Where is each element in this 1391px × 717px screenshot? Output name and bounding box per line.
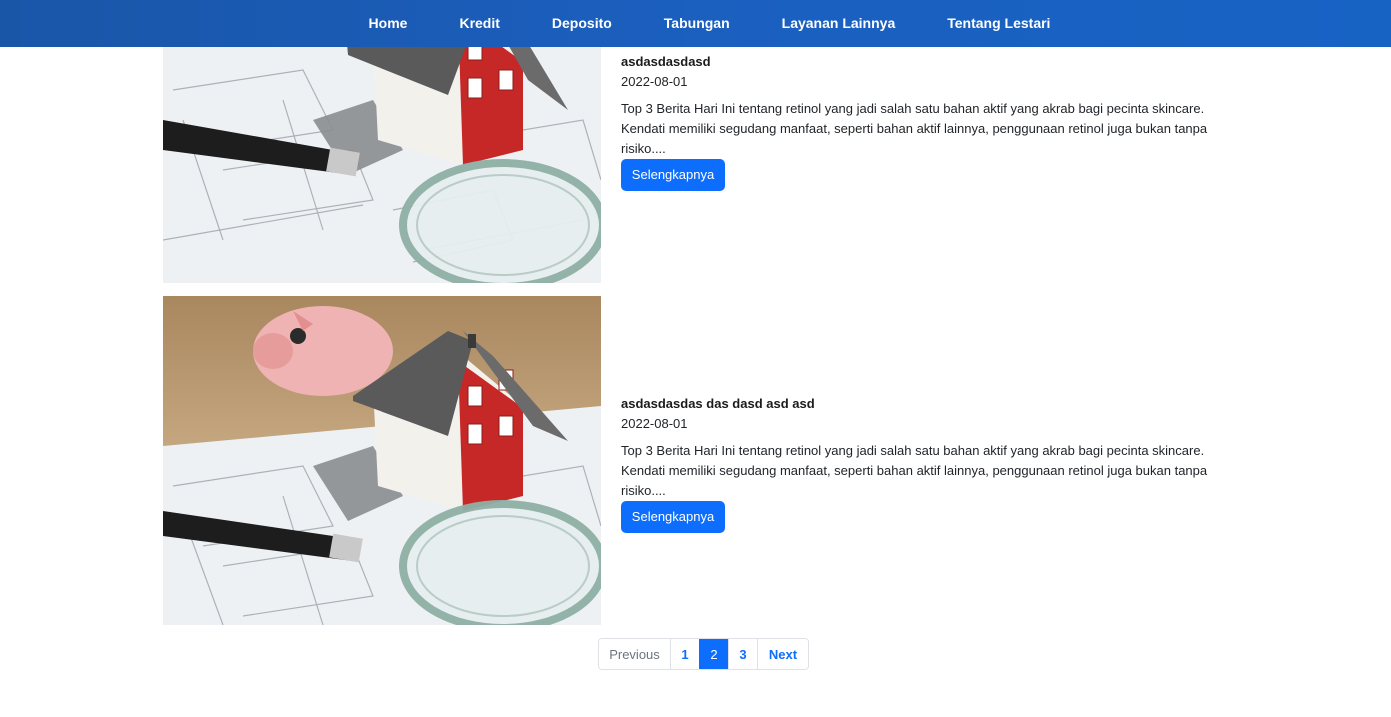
article-title: asdasdasdas das dasd asd asd bbox=[621, 396, 815, 411]
article-excerpt: Top 3 Berita Hari Ini tentang retinol ya… bbox=[621, 101, 1208, 156]
article-thumbnail bbox=[163, 296, 601, 625]
article-excerpt: Top 3 Berita Hari Ini tentang retinol ya… bbox=[621, 443, 1208, 498]
article-body: asdasdasdas das dasd asd asd 2022-08-01 … bbox=[601, 296, 1227, 625]
article-date: 2022-08-01 bbox=[621, 74, 688, 89]
nav-tentang-lestari[interactable]: Tentang Lestari bbox=[921, 15, 1076, 31]
article-card: asdasdasdas das dasd asd asd 2022-08-01 … bbox=[163, 296, 1229, 625]
read-more-button[interactable]: Selengkapnya bbox=[621, 159, 725, 191]
pagination-previous[interactable]: Previous bbox=[599, 639, 670, 669]
house-piggybank-image bbox=[163, 296, 601, 625]
read-more-button[interactable]: Selengkapnya bbox=[621, 501, 725, 533]
top-navbar: Home Kredit Deposito Tabungan Layanan La… bbox=[0, 0, 1391, 47]
article-date: 2022-08-01 bbox=[621, 416, 688, 431]
nav-menu: Home Kredit Deposito Tabungan Layanan La… bbox=[343, 15, 1077, 33]
nav-home[interactable]: Home bbox=[343, 15, 434, 31]
pagination-page-2-active[interactable]: 2 bbox=[699, 639, 728, 669]
nav-deposito[interactable]: Deposito bbox=[526, 15, 638, 31]
pagination-next[interactable]: Next bbox=[757, 639, 808, 669]
nav-kredit[interactable]: Kredit bbox=[433, 15, 525, 31]
nav-layanan-lainnya[interactable]: Layanan Lainnya bbox=[756, 15, 922, 31]
article-title: asdasdasdasd bbox=[621, 54, 711, 69]
nav-tabungan[interactable]: Tabungan bbox=[638, 15, 756, 31]
page-content: asdasdasdasd 2022-08-01 Top 3 Berita Har… bbox=[0, 0, 1391, 717]
pagination-page-1[interactable]: 1 bbox=[670, 639, 699, 669]
pagination: Previous 1 2 3 Next bbox=[598, 638, 809, 670]
pagination-page-3[interactable]: 3 bbox=[728, 639, 757, 669]
